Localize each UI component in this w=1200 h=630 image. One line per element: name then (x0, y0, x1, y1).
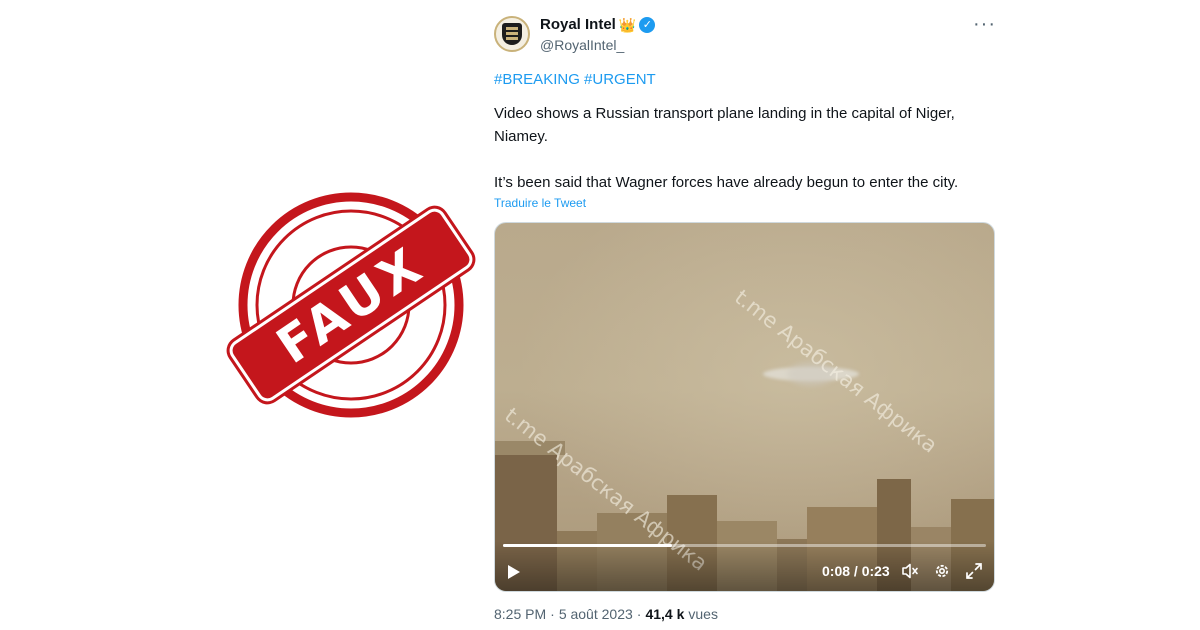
verified-badge-icon: ✓ (639, 17, 656, 33)
author-handle[interactable]: @RoyalIntel_ (540, 36, 655, 54)
faux-stamp: FAUX (229, 190, 473, 420)
crown-icon: 👑 (618, 17, 637, 33)
settings-gear-icon[interactable] (933, 562, 951, 580)
fullscreen-icon[interactable] (965, 562, 983, 580)
play-icon[interactable] (507, 564, 521, 580)
video-player[interactable]: t.me Арабская Африка t.me Арабская Африк… (494, 222, 995, 592)
tweet-header: Royal Intel 👑 ✓ @RoyalIntel_ ··· (494, 12, 996, 56)
tweet-card: Royal Intel 👑 ✓ @RoyalIntel_ ··· #BREAKI… (494, 12, 996, 622)
tweet-meta: 8:25 PM · 5 août 2023 · 41,4 k vues (494, 606, 996, 622)
translate-tweet-link[interactable]: Traduire le Tweet (494, 196, 586, 210)
author-name-row[interactable]: Royal Intel 👑 ✓ (540, 16, 656, 34)
tweet-time[interactable]: 8:25 PM (494, 606, 546, 622)
author-name[interactable]: Royal Intel (540, 16, 616, 34)
crest-logo-icon (502, 23, 522, 45)
meta-separator: · (636, 606, 642, 622)
more-options-icon[interactable]: ··· (973, 12, 996, 34)
video-progress-fill (503, 544, 673, 547)
volume-icon[interactable] (901, 562, 919, 580)
tweet-paragraph: It’s been said that Wagner forces have a… (494, 174, 959, 191)
avatar[interactable] (494, 16, 530, 52)
tweet-paragraph: Video shows a Russian transport plane la… (494, 105, 955, 145)
tweet-text: Video shows a Russian transport plane la… (494, 102, 996, 194)
hashtag-link[interactable]: #URGENT (584, 71, 656, 88)
hashtag-link[interactable]: #BREAKING (494, 71, 580, 88)
tweet-date[interactable]: 5 août 2023 (559, 606, 633, 622)
author-block: Royal Intel 👑 ✓ @RoyalIntel_ (540, 12, 656, 54)
views-label: vues (688, 606, 718, 622)
views-count: 41,4 k (645, 606, 685, 622)
video-time: 0:08 / 0:23 (822, 563, 890, 579)
video-controls (495, 541, 994, 591)
video-progress-bar[interactable] (503, 544, 986, 547)
hashtags: #BREAKING #URGENT (494, 70, 996, 90)
meta-separator: · (550, 606, 555, 622)
